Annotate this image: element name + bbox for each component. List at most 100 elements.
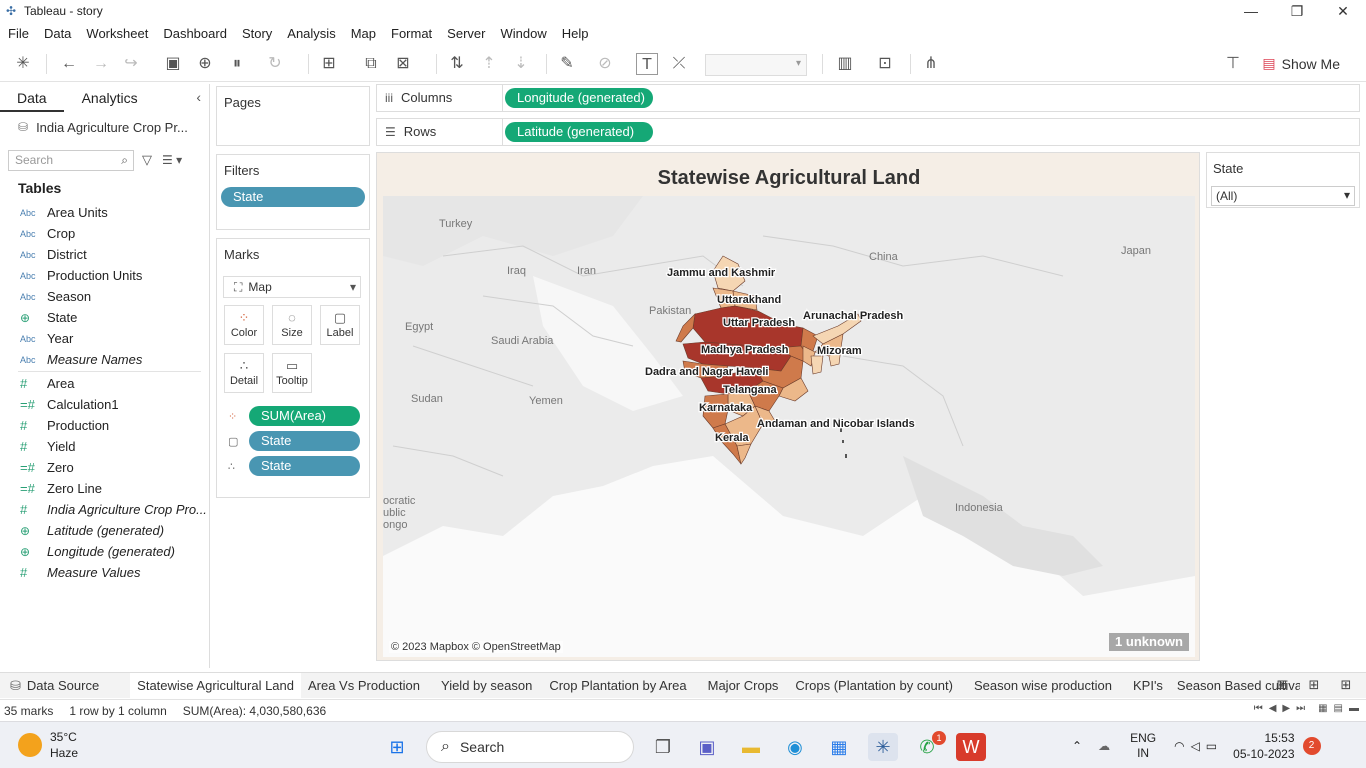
show-cards-icon[interactable]: ▥	[834, 53, 856, 75]
map-view[interactable]: Turkey Iraq Iran Egypt Saudi Arabia Paki…	[383, 196, 1195, 657]
restore-icon[interactable]: ❐	[1274, 0, 1320, 22]
show-labels-icon[interactable]: T	[636, 53, 658, 75]
marks-pill-sum-area[interactable]: SUM(Area)	[249, 406, 360, 426]
field-production[interactable]: # Production	[0, 415, 209, 436]
tab-data[interactable]: Data	[0, 84, 64, 112]
field-longitude-generated[interactable]: ⊕ Longitude (generated)	[0, 541, 209, 562]
task-view-icon[interactable]: ❐	[648, 733, 678, 761]
show-hidden-icons[interactable]: ⌃	[1072, 739, 1082, 753]
filmstrip-icon[interactable]: ▤	[1334, 703, 1343, 714]
new-dashboard-tab-icon[interactable]: ⊞	[1298, 677, 1330, 693]
menu-dashboard[interactable]: Dashboard	[163, 26, 227, 41]
field-district[interactable]: Abc District	[0, 244, 209, 265]
size-button[interactable]: ◌ Size	[272, 305, 312, 345]
file-explorer-icon[interactable]: ▬	[736, 733, 766, 761]
battery-icon[interactable]: ▭	[1206, 739, 1217, 753]
start-icon[interactable]: ⊞	[382, 733, 412, 761]
new-worksheet-tab-icon[interactable]: ⊞	[1266, 677, 1298, 693]
menu-format[interactable]: Format	[391, 26, 432, 41]
field-state[interactable]: ⊕ State	[0, 307, 209, 328]
menu-server[interactable]: Server	[447, 26, 485, 41]
field-measure-names[interactable]: Abc Measure Names	[0, 349, 209, 370]
new-datasource-icon[interactable]: ⊕	[194, 53, 216, 75]
field-year[interactable]: Abc Year	[0, 328, 209, 349]
pause-updates-icon[interactable]: ⏸	[226, 53, 248, 75]
replay-icon[interactable]: ↪	[120, 53, 142, 75]
tableau-taskbar-icon[interactable]: ✳	[868, 733, 898, 761]
menu-window[interactable]: Window	[500, 26, 546, 41]
swap-axes-icon[interactable]: ⇅	[446, 53, 468, 75]
signpost-icon[interactable]: ⊤	[1222, 53, 1244, 75]
unknown-indicator[interactable]: 1 unknown	[1109, 633, 1189, 651]
tab-major-crops[interactable]: Major Crops	[694, 673, 786, 699]
new-story-tab-icon[interactable]: ⊞	[1330, 677, 1362, 693]
field-yield[interactable]: # Yield	[0, 436, 209, 457]
store-icon[interactable]: ▦	[824, 733, 854, 761]
clock[interactable]: 15:53 05-10-2023	[1233, 730, 1294, 762]
color-button[interactable]: ⁘ Color	[224, 305, 264, 345]
tableau-logo-icon[interactable]: ✳	[12, 53, 34, 75]
tab-season-wise-production[interactable]: Season wise production	[960, 673, 1119, 699]
whatsapp-icon[interactable]: ✆ 1	[912, 731, 946, 761]
tab-kpis[interactable]: KPI's	[1119, 673, 1170, 699]
menu-worksheet[interactable]: Worksheet	[86, 26, 148, 41]
redo-icon[interactable]: →	[90, 53, 112, 75]
mark-type-dropdown[interactable]: ⛶ Map	[223, 276, 361, 298]
filter-pill-state[interactable]: State	[221, 187, 365, 207]
fix-axes-icon[interactable]: ⤫	[668, 53, 690, 75]
wps-office-icon[interactable]: W	[956, 733, 986, 761]
teams-icon[interactable]: ▣	[692, 733, 722, 761]
marks-pill-state-detail[interactable]: State	[249, 456, 360, 476]
tab-statewise-agricultural-land[interactable]: Statewise Agricultural Land	[130, 672, 301, 699]
state-filter-dropdown[interactable]: (All)	[1211, 186, 1355, 206]
edge-icon[interactable]: ◉	[780, 733, 810, 761]
last-sheet-icon[interactable]: ⏭	[1296, 703, 1305, 714]
field-zero-line[interactable]: =# Zero Line	[0, 478, 209, 499]
highlight-icon[interactable]: ✎	[556, 53, 578, 75]
tab-crop-plantation-by-area[interactable]: Crop Plantation by Area	[539, 673, 693, 699]
prev-sheet-icon[interactable]: ◀	[1269, 703, 1277, 714]
volume-icon[interactable]: ◁	[1191, 739, 1200, 753]
tab-data-source[interactable]: ⛁ Data Source	[0, 673, 106, 699]
menu-map[interactable]: Map	[351, 26, 376, 41]
view-list-icon[interactable]: ☰ ▾	[162, 153, 182, 167]
show-me-button[interactable]: ▤ Show Me	[1262, 55, 1340, 72]
field-area-units[interactable]: Abc Area Units	[0, 202, 209, 223]
sheet-sorter-icon[interactable]: ▦	[1318, 703, 1327, 714]
collapse-icon[interactable]: ‹	[196, 89, 201, 105]
tabs-icon[interactable]: ▬	[1349, 703, 1359, 714]
field-area[interactable]: # Area	[0, 373, 209, 394]
menu-analysis[interactable]: Analysis	[287, 26, 335, 41]
close-icon[interactable]: ✕	[1320, 0, 1366, 22]
menu-data[interactable]: Data	[44, 26, 71, 41]
map-credit[interactable]: © 2023 Mapbox © OpenStreetMap	[389, 641, 563, 653]
wifi-icon[interactable]: ◠	[1174, 739, 1184, 753]
tab-yield-by-season[interactable]: Yield by season	[427, 673, 539, 699]
fit-dropdown[interactable]	[705, 54, 807, 76]
filter-icon[interactable]: ▽	[142, 152, 152, 168]
field-zero[interactable]: =# Zero	[0, 457, 209, 478]
language-indicator[interactable]: ENG IN	[1130, 731, 1156, 761]
field-crop[interactable]: Abc Crop	[0, 223, 209, 244]
menu-help[interactable]: Help	[562, 26, 589, 41]
menu-file[interactable]: File	[8, 26, 29, 41]
field-latitude-generated[interactable]: ⊕ Latitude (generated)	[0, 520, 209, 541]
first-sheet-icon[interactable]: ⏮	[1254, 703, 1263, 714]
field-measure-values[interactable]: # Measure Values	[0, 562, 209, 583]
group-icon[interactable]: ⊘	[594, 53, 616, 75]
duplicate-sheet-icon[interactable]: ⧉	[360, 53, 382, 75]
label-button[interactable]: ▢ Label	[320, 305, 360, 345]
detail-button[interactable]: ∴ Detail	[224, 353, 264, 393]
menu-story[interactable]: Story	[242, 26, 272, 41]
save-icon[interactable]: ▣	[162, 53, 184, 75]
field-india-agriculture-crop-pro[interactable]: # India Agriculture Crop Pro...	[0, 499, 209, 520]
tab-analytics[interactable]: Analytics	[64, 84, 156, 112]
field-production-units[interactable]: Abc Production Units	[0, 265, 209, 286]
field-calculation1[interactable]: =# Calculation1	[0, 394, 209, 415]
refresh-icon[interactable]: ↻	[264, 53, 286, 75]
share-icon[interactable]: ⋔	[920, 53, 942, 75]
search-input[interactable]: Search ⌕	[8, 149, 134, 171]
notification-badge[interactable]: 2	[1302, 737, 1321, 755]
clear-sheet-icon[interactable]: ⊠	[392, 53, 414, 75]
tab-area-vs-production[interactable]: Area Vs Production	[301, 673, 427, 699]
